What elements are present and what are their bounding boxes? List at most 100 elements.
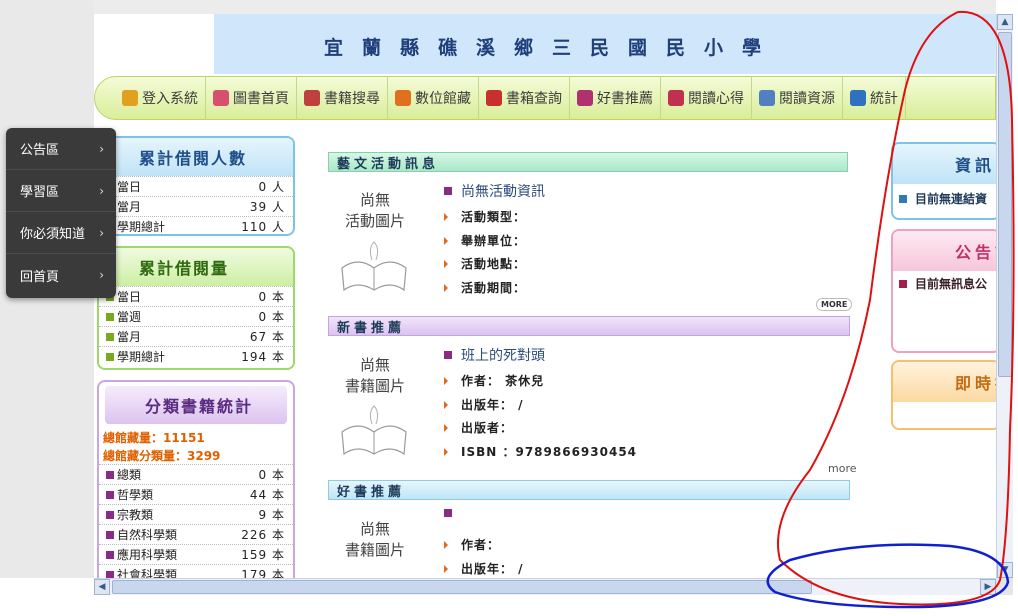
- stat-row: 自然科學類 226 本: [99, 524, 293, 544]
- scroll-right-button[interactable]: ▶: [980, 579, 996, 595]
- top-strip: [0, 0, 996, 14]
- new-books-section-title: 新書推薦: [328, 316, 850, 336]
- reading-notes-icon: [668, 90, 684, 106]
- info-panel-line: 目前無連結資: [893, 190, 996, 207]
- menu-item-learning[interactable]: 學習區 ›: [6, 170, 116, 212]
- stat-row: 應用科學類 159 本: [99, 544, 293, 564]
- stat-row: 當日 0 本: [99, 286, 293, 306]
- notice-panel: 公告訊 目前無訊息公: [891, 229, 996, 353]
- new-book-title[interactable]: 班上的死對頭: [444, 345, 545, 365]
- stat-row: 哲學類 44 本: [99, 484, 293, 504]
- scroll-up-button[interactable]: ▲: [997, 14, 1013, 30]
- chevron-right-icon: ›: [99, 268, 104, 282]
- event-field: 活動地點：: [444, 255, 526, 272]
- nav-label: 書箱查詢: [506, 91, 562, 107]
- nav-label: 數位館藏: [415, 91, 471, 107]
- good-book-field: 作者：: [444, 536, 500, 553]
- nav-label: 統計: [870, 91, 898, 107]
- stat-row: 宗教類 9 本: [99, 504, 293, 524]
- poll-panel: 即時投: [891, 360, 996, 430]
- nav-label: 書籍搜尋: [324, 91, 380, 107]
- new-book-field: 出版年： /: [444, 396, 524, 413]
- poll-panel-title: 即時投: [893, 362, 996, 402]
- event-field: 舉辦單位：: [444, 232, 526, 249]
- scrollbar-corner: [996, 578, 1013, 595]
- stat-row: 當週 0 本: [99, 306, 293, 326]
- nav-item-digital-collection[interactable]: 數位館藏: [388, 76, 479, 120]
- nav-label: 圖書首頁: [233, 91, 289, 107]
- nav-label: 好書推薦: [597, 91, 653, 107]
- category-stats-box: 分類書籍統計 總館藏量：11151 總館藏分類量：3299 總類 0 本 哲學類 4…: [97, 380, 295, 578]
- banner-left-area: [94, 14, 214, 74]
- events-section-title: 藝文活動訊息: [328, 152, 848, 172]
- new-book-field: ISBN ：9789866930454: [444, 443, 637, 460]
- chevron-right-icon: ›: [99, 183, 104, 198]
- stat-row: 總類 0 本: [99, 464, 293, 484]
- nav-item-recommend[interactable]: 好書推薦: [570, 76, 661, 120]
- good-book-field: 出版年： /: [444, 560, 524, 577]
- recommend-book-icon: [577, 90, 593, 106]
- stat-row: 社會科學類 179 本: [99, 564, 293, 578]
- nav-label: 閱讀資源: [779, 91, 835, 107]
- stat-row: 學期總計 194 本: [99, 346, 293, 366]
- notice-panel-title: 公告訊: [893, 231, 996, 271]
- event-field: 活動期間：: [444, 279, 526, 296]
- event-title[interactable]: 尚無活動資訊: [444, 181, 545, 201]
- borrow-volume-box: 累計借閱量 當日 0 本 當週 0 本 當月 67 本 學期總計 194 本: [97, 246, 295, 370]
- nav-item-reading-notes[interactable]: 閱讀心得: [661, 76, 752, 120]
- new-book-field: 出版者：: [444, 419, 513, 436]
- menu-item-home[interactable]: 回首頁 ›: [6, 254, 116, 296]
- nav-item-book-search[interactable]: 書籍搜尋: [297, 76, 388, 120]
- open-book-icon: [341, 405, 407, 456]
- info-panel-title: 資訊: [893, 144, 996, 184]
- nav-item-login[interactable]: 登入系統: [115, 76, 206, 120]
- main-nav-bar: 登入系統 圖書首頁 書籍搜尋 數位館藏 書箱查詢 好書推薦 閱讀心得 閱讀資源 …: [94, 76, 996, 120]
- nav-label: 閱讀心得: [688, 91, 744, 107]
- stat-row: 當月 39 人: [99, 196, 293, 216]
- statistics-icon: [850, 90, 866, 106]
- good-books-no-image: 尚無 書籍圖片: [344, 520, 405, 559]
- total-categories: 總館藏分類量：3299: [103, 448, 221, 463]
- info-panel: 資訊 目前無連結資: [891, 142, 996, 220]
- horizontal-scroll-thumb[interactable]: [112, 580, 812, 594]
- nav-item-statistics[interactable]: 統計: [843, 76, 906, 120]
- borrowers-title: 累計借閱人數: [99, 138, 293, 176]
- book-search-icon: [304, 90, 320, 106]
- category-stats-title: 分類書籍統計: [105, 386, 287, 424]
- scroll-down-button[interactable]: ▼: [997, 562, 1013, 578]
- scroll-left-button[interactable]: ◀: [94, 579, 110, 595]
- reading-resource-icon: [759, 90, 775, 106]
- new-books-no-image: 尚無 書籍圖片: [344, 356, 405, 395]
- vertical-scroll-thumb[interactable]: [998, 32, 1012, 377]
- vertical-scrollbar[interactable]: ▲ ▼: [996, 14, 1013, 578]
- nav-item-reading-resources[interactable]: 閱讀資源: [752, 76, 843, 120]
- total-collection: 總館藏量：11151: [103, 430, 205, 445]
- page-viewport: 宜蘭縣礁溪鄉三民國民小學 登入系統 圖書首頁 書籍搜尋 數位館藏 書箱查詢 好書…: [0, 0, 996, 578]
- borrowers-box: 累計借閱人數 當日 0 人 當月 39 人 學期總計 110 人: [97, 136, 295, 236]
- menu-item-announcements[interactable]: 公告區 ›: [6, 128, 116, 170]
- stat-row: 當月 67 本: [99, 326, 293, 346]
- nav-item-library-home[interactable]: 圖書首頁: [206, 76, 297, 120]
- bottom-strip: [0, 595, 1018, 616]
- books-icon: [213, 90, 229, 106]
- events-no-image: 尚無 活動圖片: [344, 191, 405, 230]
- events-more-button[interactable]: MORE: [816, 298, 853, 311]
- new-book-field: 作者： 茶休兒: [444, 372, 544, 389]
- stat-row: 學期總計 110 人: [99, 216, 293, 234]
- side-popup-menu: 公告區 › 學習區 › 你必須知道 › 回首頁 ›: [6, 128, 116, 298]
- event-field: 活動類型：: [444, 208, 526, 225]
- book-box-icon: [486, 90, 502, 106]
- chevron-right-icon: ›: [99, 225, 104, 240]
- horizontal-scrollbar[interactable]: ◀ ▶: [94, 578, 996, 595]
- new-books-more-link[interactable]: more: [828, 462, 857, 475]
- chevron-right-icon: ›: [99, 141, 104, 156]
- school-title: 宜蘭縣礁溪鄉三民國民小學: [324, 37, 781, 59]
- open-book-icon: [341, 241, 407, 292]
- stat-row: 當日 0 人: [99, 176, 293, 196]
- menu-item-must-know[interactable]: 你必須知道 ›: [6, 212, 116, 254]
- nav-item-book-box[interactable]: 書箱查詢: [479, 76, 570, 120]
- good-book-title[interactable]: [444, 509, 461, 517]
- nav-label: 登入系統: [142, 91, 198, 107]
- notice-panel-line: 目前無訊息公: [893, 275, 996, 292]
- key-icon: [122, 90, 138, 106]
